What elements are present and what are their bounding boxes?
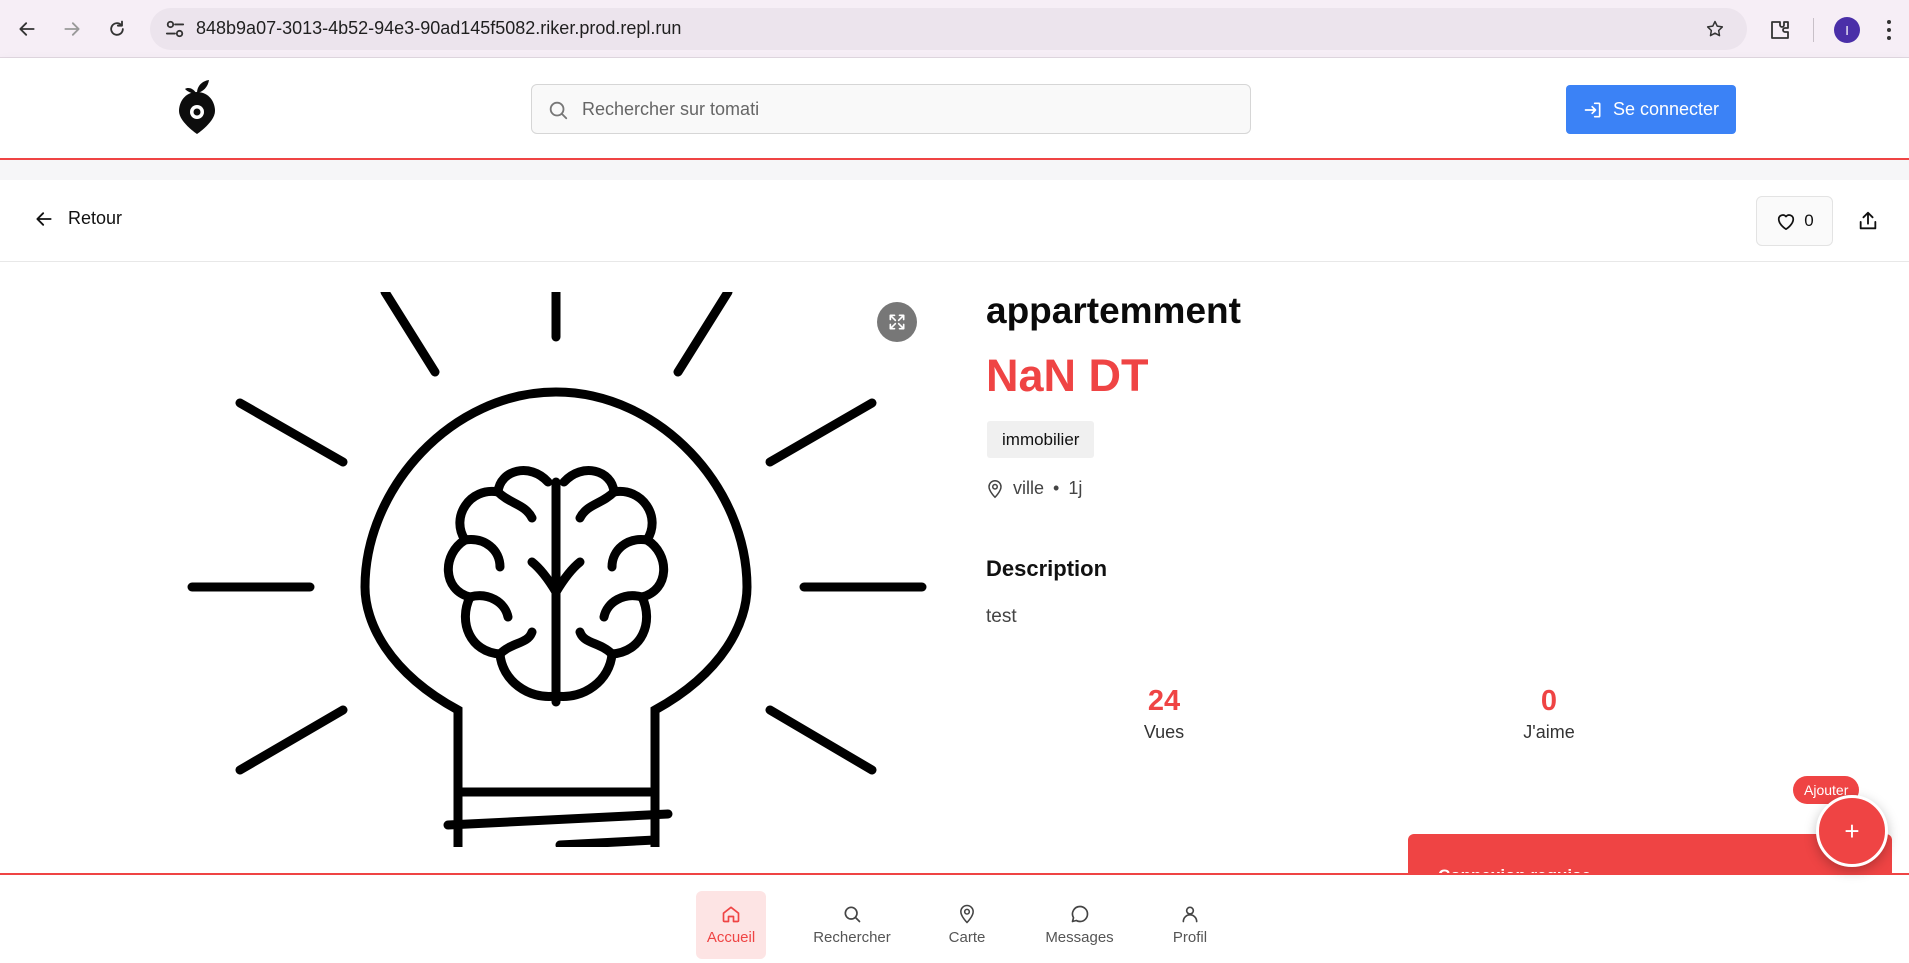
nav-item-accueil[interactable]: Accueil (696, 891, 766, 959)
nav-item-rechercher[interactable]: Rechercher (807, 891, 897, 959)
arrow-left-icon (36, 211, 52, 226)
more-vert-icon[interactable] (1886, 18, 1892, 42)
reload-icon (110, 20, 124, 36)
add-listing-button[interactable]: + (1816, 795, 1888, 867)
bookmark-star-icon[interactable] (1705, 19, 1725, 39)
app-header: Se connecter (0, 58, 1909, 160)
listing-meta: ville • 1j (986, 478, 1082, 499)
tomati-logo[interactable] (175, 78, 219, 136)
map-pin-icon (960, 904, 974, 924)
search-bar[interactable] (531, 84, 1251, 134)
login-label: Se connecter (1612, 99, 1720, 119)
back-button[interactable]: Retour (34, 208, 122, 229)
description-text: test (986, 606, 1017, 627)
browser-toolbar: 848b9a07-3013-4b52-94e3-90ad145f5082.rik… (0, 0, 1909, 58)
views-label: Vues (1143, 722, 1185, 742)
description-heading: Description (986, 556, 1108, 581)
search-icon (844, 906, 861, 923)
likes-label: J'aime (1523, 722, 1575, 742)
login-button[interactable]: Se connecter (1566, 85, 1736, 134)
toolbar-divider (1813, 18, 1814, 42)
nav-label: Messages (1045, 929, 1114, 946)
likes-count: 0 (1540, 685, 1558, 717)
expand-icon (889, 314, 905, 330)
plus-icon: + (1844, 815, 1860, 846)
login-icon (1584, 102, 1601, 117)
message-icon (1071, 905, 1088, 923)
arrow-left-icon (19, 22, 35, 36)
arrow-right-icon (64, 22, 80, 36)
search-input[interactable] (582, 85, 1232, 133)
search-icon (549, 101, 568, 120)
nav-item-messages[interactable]: Messages (1038, 891, 1121, 959)
likes-stat: 0 J'aime (1489, 685, 1609, 743)
url-text: 848b9a07-3013-4b52-94e3-90ad145f5082.rik… (196, 18, 682, 38)
category-badge[interactable]: immobilier (987, 421, 1095, 458)
bottom-navigation: Accueil Rechercher Carte Messages Profil (0, 873, 1909, 963)
nav-item-carte[interactable]: Carte (937, 891, 997, 959)
listing-title: appartemment (986, 290, 1241, 331)
profile-avatar[interactable]: I (1834, 17, 1860, 43)
heart-icon (1778, 214, 1795, 231)
location-text: ville (1013, 478, 1045, 498)
like-button[interactable]: 0 (1756, 196, 1833, 246)
map-pin-icon (988, 479, 1002, 498)
extensions-icon[interactable] (1768, 18, 1792, 42)
nav-label: Rechercher (813, 929, 891, 946)
nav-label: Accueil (706, 929, 756, 946)
home-icon (722, 906, 740, 923)
expand-image-button[interactable] (877, 302, 917, 342)
nav-label: Carte (948, 929, 986, 946)
lightbulb-brain-illustration (187, 292, 927, 847)
listing-toolbar: Retour 0 (0, 180, 1909, 262)
back-label: Retour (68, 208, 123, 228)
meta-separator: • (1053, 478, 1060, 498)
share-button[interactable] (1852, 205, 1884, 237)
share-icon (1859, 211, 1877, 230)
views-count: 24 (1147, 685, 1181, 717)
user-icon (1182, 906, 1198, 923)
nav-item-profil[interactable]: Profil (1160, 891, 1220, 959)
listing-image[interactable] (180, 292, 930, 847)
browser-reload-button[interactable] (100, 12, 134, 46)
header-shadow-band (0, 160, 1909, 180)
views-stat: 24 Vues (1104, 685, 1224, 743)
site-info-icon[interactable] (164, 19, 186, 39)
browser-forward-button[interactable] (55, 12, 89, 46)
nav-label: Profil (1172, 929, 1208, 946)
listing-price: NaN DT (986, 350, 1149, 401)
listing-age: 1j (1068, 478, 1083, 498)
browser-back-button[interactable] (10, 12, 44, 46)
like-count: 0 (1804, 211, 1814, 230)
